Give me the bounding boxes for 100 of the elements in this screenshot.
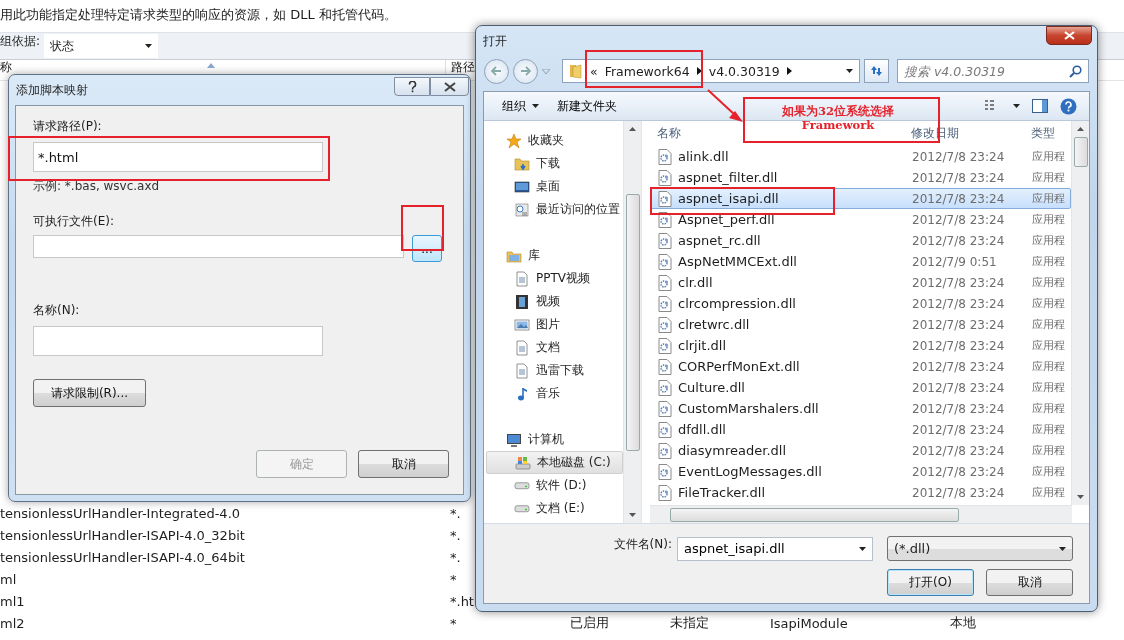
input-field[interactable] xyxy=(33,326,323,356)
help-icon xyxy=(407,80,417,93)
file-row[interactable]: Aspnet_perf.dll 2012/7/8 23:24 应用程 xyxy=(650,209,1071,230)
caret-icon xyxy=(1059,546,1066,551)
table-cell-text: *. xyxy=(449,505,461,521)
cancel-button[interactable]: 取消 xyxy=(986,569,1073,596)
breadcrumb-item[interactable]: Framework64 xyxy=(604,63,690,79)
column-header[interactable]: 路径 xyxy=(451,61,475,74)
nav-item[interactable]: 文档 (E:) xyxy=(486,497,623,520)
annotation-arrow xyxy=(705,88,745,124)
open-button[interactable]: 打开(O) xyxy=(887,569,974,596)
file-row[interactable]: CustomMarshalers.dll 2012/7/8 23:24 应用程 xyxy=(650,398,1071,419)
table-cell: tensionlessUrlHandler-ISAPI-4.0_64bit xyxy=(0,549,245,565)
scrollbar[interactable] xyxy=(650,505,1072,523)
file-type-dropdown[interactable]: (*.dll) xyxy=(887,536,1073,561)
back-button[interactable] xyxy=(484,58,509,84)
file-row[interactable]: aspnet_rc.dll 2012/7/8 23:24 应用程 xyxy=(650,230,1071,251)
forward-button[interactable] xyxy=(513,58,538,84)
field-label: 文件名(N): xyxy=(613,536,672,552)
file-row[interactable]: diasymreader.dll 2012/7/8 23:24 应用程 xyxy=(650,440,1071,461)
scrollbar-thumb[interactable] xyxy=(670,507,959,522)
dll-file-icon xyxy=(658,169,672,186)
close-button[interactable] xyxy=(1046,26,1092,45)
input-field[interactable]: *.html xyxy=(33,142,323,172)
search-box[interactable]: 搜索 v4.0.30319 xyxy=(897,59,1089,83)
file-name-combobox[interactable]: aspnet_isapi.dll xyxy=(677,536,873,561)
scroll-up-icon[interactable] xyxy=(1077,127,1084,131)
dialog-button[interactable]: 取消 xyxy=(358,450,449,478)
breadcrumb-overflow[interactable]: « xyxy=(590,63,598,79)
search-field[interactable]: 搜索 v4.0.30319 xyxy=(904,60,1069,82)
file-row[interactable]: AspNetMMCExt.dll 2012/7/9 0:51 应用程 xyxy=(650,251,1071,272)
annotation-note: 如果为32位系统选择 Framework xyxy=(782,104,894,132)
dll-file-icon xyxy=(658,484,672,501)
file-row[interactable]: CORPerfMonExt.dll 2012/7/8 23:24 应用程 xyxy=(650,356,1071,377)
table-cell-text: IsapiModule xyxy=(769,615,848,631)
window-title: 添加脚本映射 xyxy=(16,82,89,99)
file-row[interactable]: alink.dll 2012/7/8 23:24 应用程 xyxy=(650,146,1071,167)
file-row[interactable]: clrcompression.dll 2012/7/8 23:24 应用程 xyxy=(650,293,1071,314)
file-row[interactable]: dfdll.dll 2012/7/8 23:24 应用程 xyxy=(650,419,1071,440)
recent-places-icon xyxy=(514,201,530,218)
table-cell-text: *. xyxy=(449,549,461,565)
group-by-label: 组依据: xyxy=(0,33,41,49)
file-row[interactable]: aspnet_filter.dll 2012/7/8 23:24 应用程 xyxy=(650,167,1071,188)
browse-button[interactable]: ... xyxy=(412,235,442,262)
nav-item[interactable]: 文档 xyxy=(486,336,623,359)
table-cell-text: 本地 xyxy=(949,614,976,632)
nav-item[interactable]: PPTV视频 xyxy=(486,267,623,290)
folder-icon xyxy=(569,63,583,79)
field-label: 可执行文件(E): xyxy=(33,213,114,229)
help-button[interactable] xyxy=(394,77,430,96)
nav-item[interactable]: 软件 (D:) xyxy=(486,474,623,497)
file-name-field[interactable]: aspnet_isapi.dll xyxy=(684,537,844,560)
nav-item[interactable]: 桌面 xyxy=(486,175,623,198)
nav-item[interactable]: 图片 xyxy=(486,313,623,336)
preview-pane-icon[interactable] xyxy=(1032,99,1048,113)
file-row[interactable]: EventLogMessages.dll 2012/7/8 23:24 应用程 xyxy=(650,461,1071,482)
nav-item[interactable]: 本地磁盘 (C:) xyxy=(486,451,623,474)
nav-item[interactable]: 下载 xyxy=(486,152,623,175)
nav-item[interactable]: 计算机 xyxy=(486,428,623,451)
file-row[interactable]: FileTracker.dll 2012/7/8 23:24 应用程 xyxy=(650,482,1071,503)
address-bar[interactable]: « Framework64 v4.0.30319 xyxy=(562,59,860,83)
scroll-down-icon[interactable] xyxy=(1077,495,1084,499)
file-row[interactable]: aspnet_isapi.dll 2012/7/8 23:24 应用程 xyxy=(650,188,1071,209)
nav-item[interactable]: 音乐 xyxy=(486,382,623,405)
nav-item[interactable]: 库 xyxy=(486,244,623,267)
refresh-icon xyxy=(869,64,884,78)
file-row[interactable]: clr.dll 2012/7/8 23:24 应用程 xyxy=(650,272,1071,293)
nav-item[interactable]: 视频 xyxy=(486,290,623,313)
new-folder-button[interactable]: 新建文件夹 xyxy=(551,94,623,118)
group-by-dropdown[interactable]: 状态 xyxy=(44,34,159,58)
close-button[interactable] xyxy=(430,77,469,96)
nav-item[interactable]: 收藏夹 xyxy=(486,129,623,152)
column-header[interactable]: 类型 xyxy=(1031,125,1065,142)
scrollbar[interactable] xyxy=(623,121,641,523)
caret-icon xyxy=(532,104,539,108)
request-limits-button[interactable]: 请求限制(R)... xyxy=(33,379,146,407)
scrollbar-thumb[interactable] xyxy=(625,193,640,451)
right-arrow-icon xyxy=(520,66,531,76)
file-row[interactable]: clretwrc.dll 2012/7/8 23:24 应用程 xyxy=(650,314,1071,335)
nav-item[interactable]: 最近访问的位置 xyxy=(486,198,623,221)
scroll-up-icon[interactable] xyxy=(629,127,636,131)
column-header[interactable]: 称 xyxy=(0,61,12,74)
breadcrumb-item[interactable]: v4.0.30319 xyxy=(708,63,780,79)
table-cell-text: * xyxy=(449,571,457,587)
file-row[interactable]: Culture.dll 2012/7/8 23:24 应用程 xyxy=(650,377,1071,398)
computer-icon xyxy=(506,431,522,448)
scroll-down-icon[interactable] xyxy=(629,513,636,517)
scrollbar[interactable] xyxy=(1071,121,1089,505)
organize-menu[interactable]: 组织 xyxy=(496,94,545,118)
table-cell-text: 未指定 xyxy=(669,614,709,632)
input-field[interactable] xyxy=(33,235,404,258)
drive-icon xyxy=(514,504,530,513)
dropdown-caret-icon xyxy=(145,44,153,48)
refresh-button[interactable] xyxy=(864,59,889,83)
scrollbar-thumb[interactable] xyxy=(1073,137,1088,167)
dll-file-icon xyxy=(658,190,672,207)
file-row[interactable]: clrjit.dll 2012/7/8 23:24 应用程 xyxy=(650,335,1071,356)
dll-file-icon xyxy=(658,379,672,396)
nav-item[interactable]: 迅雷下载 xyxy=(486,359,623,382)
help-icon[interactable] xyxy=(1060,97,1077,115)
